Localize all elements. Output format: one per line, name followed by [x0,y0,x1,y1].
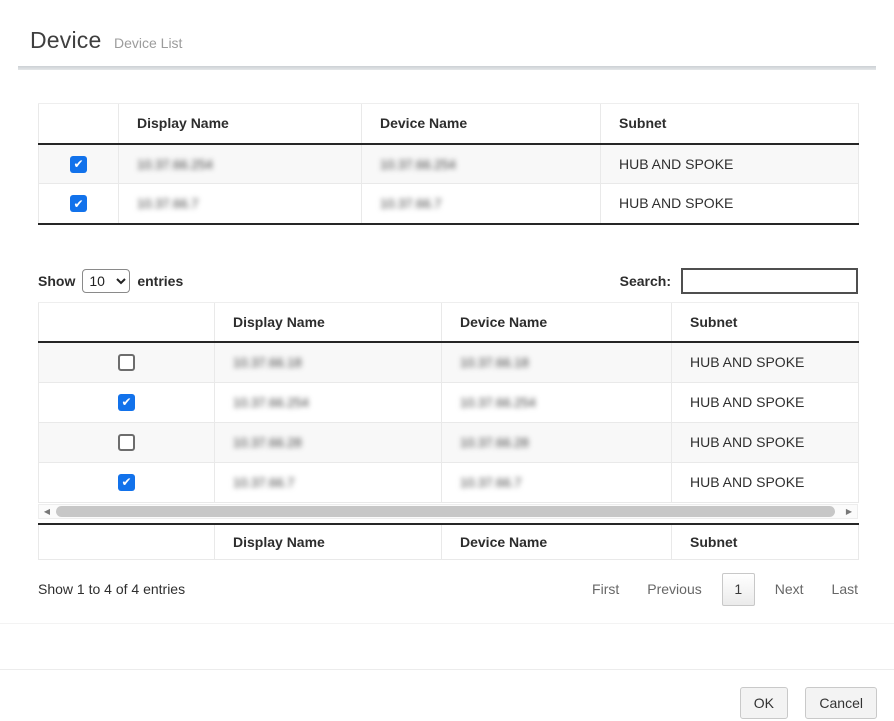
page-title: Device [30,27,102,54]
page-size-control: Show 10 entries [38,269,183,293]
table-row: ✔ 10.37.66.254 10.37.66.254 HUB AND SPOKE [39,144,859,184]
checkbox-column-footer [39,524,215,560]
redacted-text: 10.37.66.18 [233,355,302,370]
row-checkbox[interactable]: ✔ [118,474,135,491]
selected-devices-table: Display Name Device Name Subnet ✔ 10.37.6… [38,103,859,225]
scroll-left-arrow-icon[interactable]: ◀ [39,505,55,518]
scroll-right-arrow-icon[interactable]: ▶ [841,505,857,518]
subnet-cell: HUB AND SPOKE [601,144,859,184]
pagination-page-1[interactable]: 1 [722,573,755,606]
title-divider [18,66,876,70]
device-name-cell: 10.37.66.18 [442,342,672,382]
row-checkbox[interactable] [118,434,135,451]
device-name-column-header: Device Name [442,302,672,342]
search-label: Search: [620,273,671,289]
pagination-previous[interactable]: Previous [647,581,701,597]
table-info-row: Show 1 to 4 of 4 entries First Previous … [38,572,858,606]
device-name-cell: 10.37.66.7 [362,184,601,224]
device-name-cell: 10.37.66.254 [442,382,672,422]
ok-button[interactable]: OK [740,687,788,719]
subnet-cell: HUB AND SPOKE [672,342,859,382]
row-checkbox[interactable]: ✔ [118,394,135,411]
table-row: 10.37.66.18 10.37.66.18 HUB AND SPOKE [39,342,859,382]
redacted-text: 10.37.66.254 [137,157,213,172]
display-name-column-header: Display Name [119,104,362,144]
row-checkbox[interactable]: ✔ [70,156,87,173]
entries-label: entries [137,273,183,289]
checkbox-cell: ✔ [39,144,119,184]
redacted-text: 10.37.66.18 [460,355,529,370]
table-row: ✔ 10.37.66.7 10.37.66.7 HUB AND SPOKE [39,184,859,224]
display-name-cell: 10.37.66.18 [215,342,442,382]
row-checkbox[interactable]: ✔ [70,195,87,212]
redacted-text: 10.37.66.254 [233,395,309,410]
table-controls: Show 10 entries Search: [38,268,858,294]
redacted-text: 10.37.66.254 [380,157,456,172]
checkbox-column-header [39,302,215,342]
display-name-cell: 10.37.66.7 [119,184,362,224]
redacted-text: 10.37.66.7 [460,475,521,490]
device-name-cell: 10.37.66.7 [442,462,672,502]
subnet-column-header: Subnet [601,104,859,144]
subnet-cell: HUB AND SPOKE [672,462,859,502]
device-list-table: Display Name Device Name Subnet 10.37.66… [38,302,859,503]
subnet-column-header: Subnet [672,302,859,342]
horizontal-scrollbar[interactable]: ◀ ▶ [38,504,858,519]
page-size-select[interactable]: 10 [82,269,130,293]
display-name-cell: 10.37.66.254 [215,382,442,422]
table-row: ✔ 10.37.66.7 10.37.66.7 HUB AND SPOKE [39,462,859,502]
subnet-cell: HUB AND SPOKE [601,184,859,224]
display-name-cell: 10.37.66.254 [119,144,362,184]
search-control: Search: [620,268,858,294]
device-list-table-footer: Display Name Device Name Subnet [38,523,859,561]
page-header: Device Device List [0,0,894,54]
entries-summary: Show 1 to 4 of 4 entries [38,581,185,597]
pagination-last[interactable]: Last [832,581,858,597]
pagination-next[interactable]: Next [775,581,804,597]
redacted-text: 10.37.66.7 [233,475,294,490]
checkbox-cell: ✔ [39,382,215,422]
scrollbar-thumb[interactable] [56,506,835,517]
subnet-column-footer: Subnet [672,524,859,560]
table-row: 10.37.66.28 10.37.66.28 HUB AND SPOKE [39,422,859,462]
display-name-column-footer: Display Name [215,524,442,560]
show-label: Show [38,273,75,289]
checkbox-cell [39,422,215,462]
display-name-cell: 10.37.66.7 [215,462,442,502]
row-checkbox[interactable] [118,354,135,371]
redacted-text: 10.37.66.28 [460,435,529,450]
table-header-row: Display Name Device Name Subnet [39,302,859,342]
device-name-column-footer: Device Name [442,524,672,560]
table-header-row: Display Name Device Name Subnet [39,104,859,144]
main-content: Display Name Device Name Subnet ✔ 10.37.6… [38,103,858,606]
pagination: First Previous 1 Next Last [592,573,858,606]
cancel-button[interactable]: Cancel [805,687,877,719]
content-divider [0,623,894,624]
search-input[interactable] [681,268,858,294]
checkbox-cell [39,342,215,382]
display-name-column-header: Display Name [215,302,442,342]
device-name-column-header: Device Name [362,104,601,144]
checkbox-column-header [39,104,119,144]
pagination-first[interactable]: First [592,581,619,597]
table-footer-row: Display Name Device Name Subnet [39,524,859,560]
dialog-button-bar: OK Cancel [0,670,894,719]
display-name-cell: 10.37.66.28 [215,422,442,462]
page-subtitle: Device List [114,35,182,51]
redacted-text: 10.37.66.28 [233,435,302,450]
redacted-text: 10.37.66.254 [460,395,536,410]
device-name-cell: 10.37.66.28 [442,422,672,462]
checkbox-cell: ✔ [39,462,215,502]
redacted-text: 10.37.66.7 [137,196,198,211]
redacted-text: 10.37.66.7 [380,196,441,211]
table-row: ✔ 10.37.66.254 10.37.66.254 HUB AND SPOKE [39,382,859,422]
subnet-cell: HUB AND SPOKE [672,382,859,422]
device-name-cell: 10.37.66.254 [362,144,601,184]
checkbox-cell: ✔ [39,184,119,224]
subnet-cell: HUB AND SPOKE [672,422,859,462]
